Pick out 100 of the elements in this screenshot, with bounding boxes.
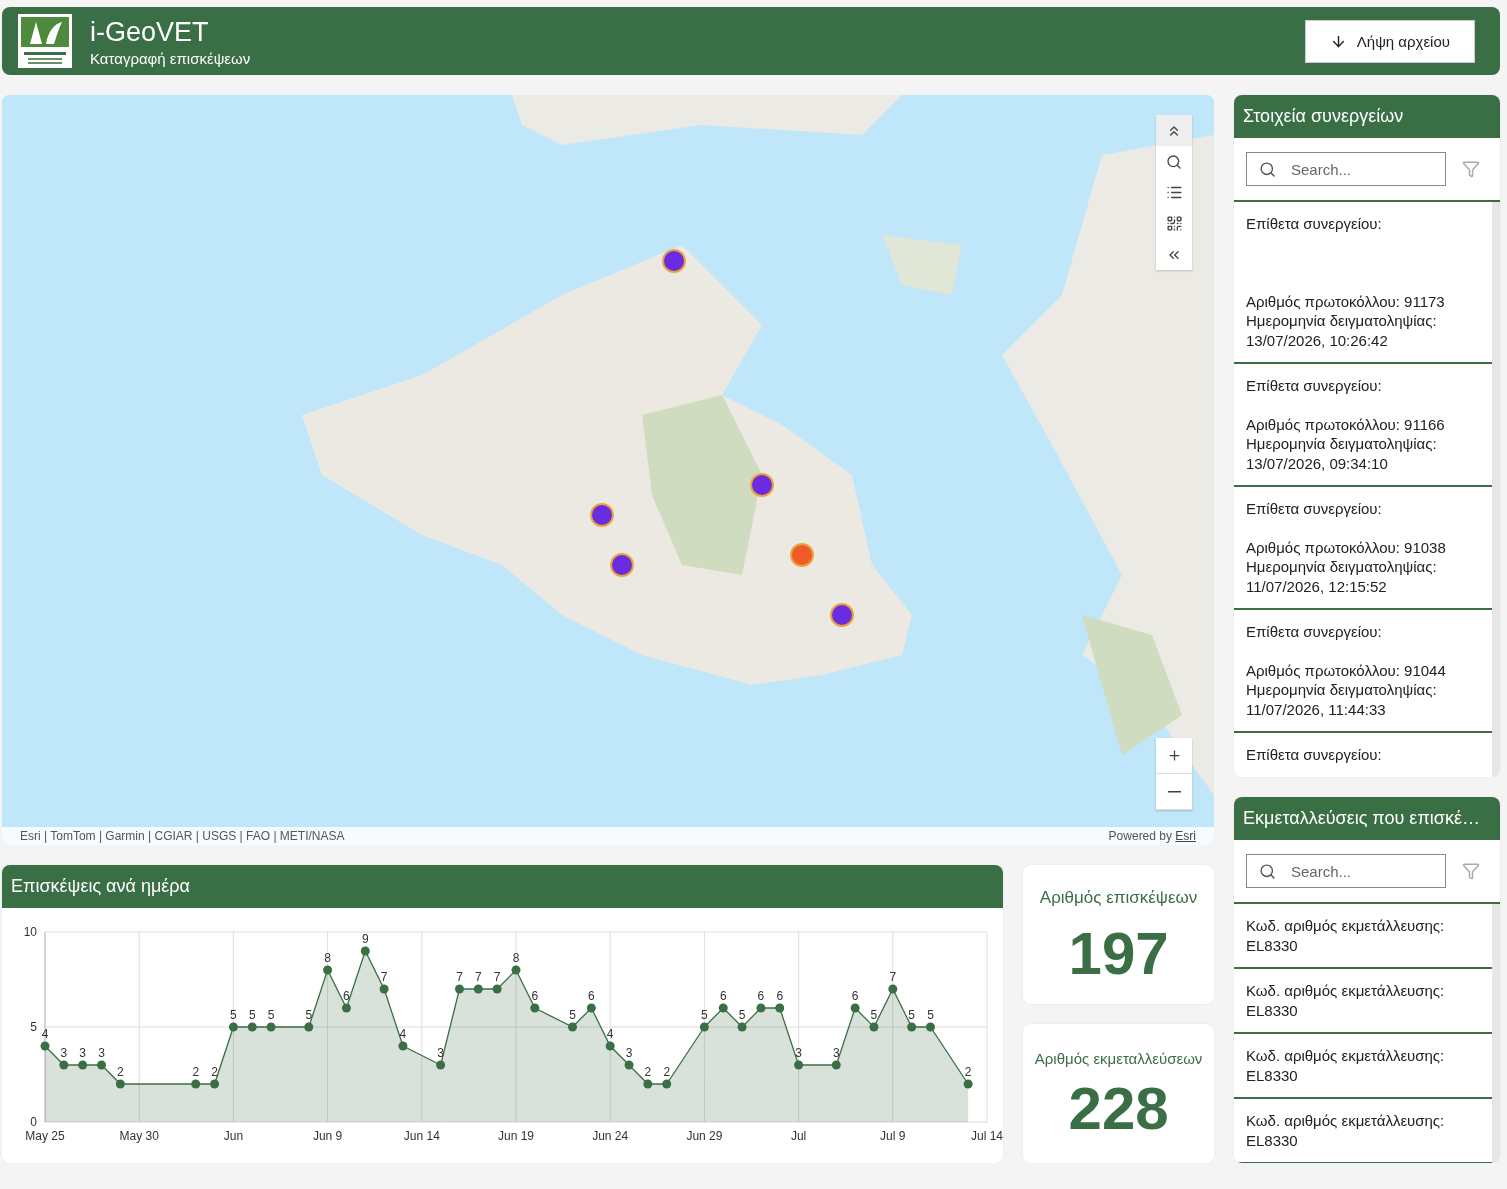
- zoom-out-button[interactable]: [1156, 774, 1192, 810]
- item-date: 11/07/2026, 11:44:33: [1246, 699, 1387, 719]
- axis-label: Jun 9: [312, 1129, 343, 1143]
- item-label: Ημερομηνία δειγματοληψίας:: [1246, 557, 1438, 577]
- data-point: [492, 984, 502, 994]
- data-point: [40, 1041, 50, 1051]
- axis-label: Jul 9: [880, 1129, 906, 1143]
- data-label: 3: [98, 1046, 105, 1060]
- list-item[interactable]: Κωδ. αριθμός εκμετάλλευσης: EL8330: [1234, 969, 1492, 1034]
- data-label: 3: [832, 1046, 840, 1060]
- axis-label: Jun 19: [498, 1129, 534, 1143]
- data-point: [341, 1003, 351, 1013]
- zoom-in-button[interactable]: [1156, 738, 1192, 774]
- data-label: 2: [663, 1065, 671, 1079]
- data-label: 6: [343, 989, 350, 1003]
- search-field[interactable]: Search...: [1246, 152, 1446, 186]
- map[interactable]: Esri | TomTom | Garmin | CGIAR | USGS | FAO | METI/NASA Powered by Esri: [2, 95, 1214, 845]
- item-label: Επίθετα συνεργείου:: [1246, 622, 1383, 642]
- data-point: [191, 1079, 201, 1089]
- data-point: [831, 1060, 841, 1070]
- item-label: Κωδ. αριθμός εκμετάλλευσης:: [1246, 1046, 1446, 1066]
- item-date: 13/07/2026, 09:34:10: [1246, 453, 1389, 473]
- search-icon: [1259, 161, 1276, 178]
- item-date: 11/07/2026, 12:15:52: [1246, 576, 1388, 596]
- item-label: Επίθετα συνεργείου:: [1246, 499, 1383, 519]
- panel-title: Στοιχεία συνεργείων: [1234, 95, 1500, 138]
- list-icon: [1165, 184, 1183, 201]
- data-point: [624, 1060, 634, 1070]
- data-label: 4: [606, 1027, 614, 1041]
- data-label: 6: [719, 989, 727, 1003]
- data-point: [511, 965, 521, 975]
- data-point: [210, 1079, 220, 1089]
- data-label: 6: [757, 989, 765, 1003]
- data-label: 6: [531, 989, 539, 1003]
- powered-by-text: Powered by Esri: [1108, 829, 1196, 843]
- filter-icon[interactable]: [1462, 862, 1480, 880]
- grid-icon: [1165, 215, 1183, 232]
- data-label: 5: [248, 1008, 256, 1022]
- data-point: [97, 1060, 106, 1070]
- kpi-value: 228: [1068, 1078, 1169, 1139]
- data-point: [78, 1060, 88, 1070]
- axis-label: Jun 29: [686, 1129, 723, 1143]
- logo-icon: [18, 14, 72, 68]
- search-field[interactable]: Search...: [1246, 854, 1446, 888]
- data-label: 2: [964, 1065, 972, 1079]
- list-item[interactable]: Επίθετα συνεργείου: Αριθμός πρωτοκόλλου: 91166 Ημερομηνία δειγματοληψίας: 13/07/2026, 09:34:10: [1234, 364, 1492, 487]
- list-item[interactable]: Επίθετα συνεργείου:: [1234, 733, 1492, 777]
- data-label: 7: [475, 970, 482, 984]
- kpi-value: 197: [1068, 924, 1169, 985]
- attribution-text: Esri | TomTom | Garmin | CGIAR | USGS | FAO | METI/NASA: [20, 829, 345, 843]
- data-label: 2: [211, 1065, 218, 1079]
- data-label: 5: [738, 1008, 746, 1022]
- list-item[interactable]: Επίθετα συνεργείου: Αριθμός πρωτοκόλλου: 91038 Ημερομηνία δειγματοληψίας: 11/07/2026, 12:15:52: [1234, 487, 1492, 610]
- data-point: [247, 1022, 257, 1032]
- data-point: [794, 1060, 804, 1070]
- data-label: 5: [267, 1008, 275, 1022]
- item-protocol: Αριθμός πρωτοκόλλου: 91038: [1246, 537, 1447, 557]
- data-point: [228, 1022, 238, 1032]
- download-button[interactable]: Λήψη αρχείου: [1304, 19, 1475, 63]
- search-button[interactable]: [1156, 146, 1192, 177]
- item-code: EL8330: [1246, 1000, 1299, 1020]
- data-label: 9: [361, 932, 369, 946]
- kpi-label: Αριθμός επισκέψεων: [1038, 886, 1199, 909]
- axis-label: 0: [30, 1115, 37, 1129]
- data-point: [59, 1060, 69, 1070]
- data-label: 2: [117, 1065, 124, 1079]
- item-label: Επίθετα συνεργείου:: [1246, 214, 1383, 234]
- data-label: 4: [399, 1027, 407, 1041]
- filter-icon[interactable]: [1462, 160, 1480, 178]
- scrollbar[interactable]: [1492, 202, 1500, 777]
- list-item[interactable]: Κωδ. αριθμός εκμετάλλευσης: EL8330: [1234, 904, 1492, 969]
- list-item[interactable]: Κωδ. αριθμός εκμετάλλευσης: EL8330: [1234, 1099, 1492, 1163]
- data-label: 5: [908, 1008, 915, 1022]
- data-point: [568, 1022, 577, 1032]
- axis-label: May 30: [119, 1129, 159, 1143]
- collapse-button[interactable]: [1156, 115, 1192, 146]
- item-date: 13/07/2026, 10:26:42: [1246, 330, 1389, 350]
- list-item[interactable]: Επίθετα συνεργείου: Αριθμός πρωτοκόλλου: 91044 Ημερομηνία δειγματοληψίας: 11/07/2026, 11:44:33: [1234, 610, 1492, 733]
- data-point: [699, 1022, 709, 1032]
- item-label: Ημερομηνία δειγματοληψίας:: [1246, 680, 1438, 700]
- axis-label: Jul: [790, 1129, 807, 1143]
- data-point: [643, 1079, 653, 1089]
- data-label: 3: [625, 1046, 633, 1060]
- data-point: [304, 1022, 314, 1032]
- list-item[interactable]: Κωδ. αριθμός εκμετάλλευσης: EL8330: [1234, 1034, 1492, 1099]
- scrollbar[interactable]: [1492, 904, 1500, 1163]
- data-label: 5: [230, 1008, 237, 1022]
- data-point: [379, 984, 389, 994]
- search-icon: [1259, 863, 1276, 880]
- list-item[interactable]: Επίθετα συνεργείου: Αριθμός πρωτοκόλλου: 91173 Ημερομηνία δειγματοληψίας: 13/07/2026, 10:26:42: [1234, 202, 1492, 364]
- data-label: 5: [569, 1008, 576, 1022]
- axis-label: Jul 14: [971, 1129, 1003, 1143]
- data-label: 7: [380, 970, 388, 984]
- data-point: [586, 1003, 596, 1013]
- item-label: Ημερομηνία δειγματοληψίας:: [1246, 311, 1438, 331]
- axis-label: Jun 14: [403, 1129, 440, 1143]
- item-label: Επίθετα συνεργείου:: [1246, 376, 1383, 396]
- data-label: 3: [437, 1046, 444, 1060]
- esri-link[interactable]: Esri: [1175, 829, 1196, 843]
- item-code: EL8330: [1246, 935, 1299, 955]
